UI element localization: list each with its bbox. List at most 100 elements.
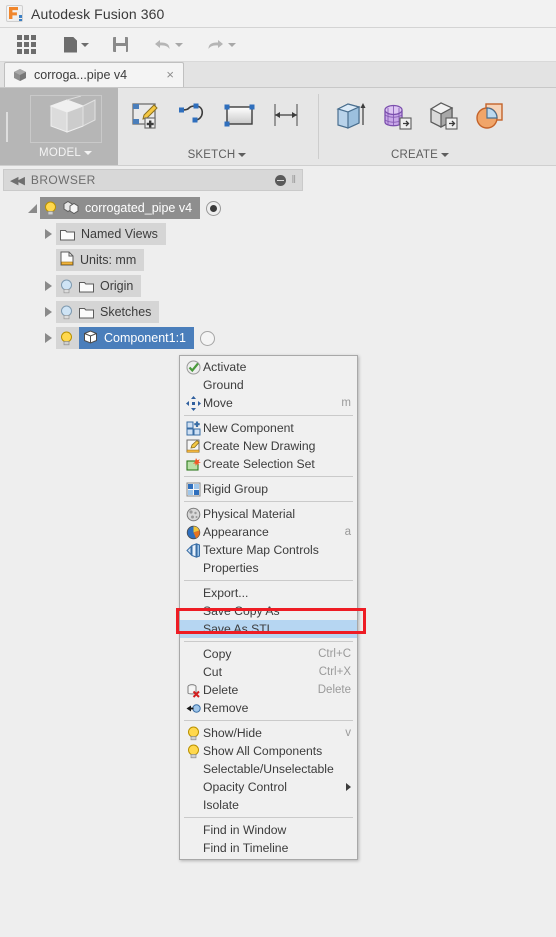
document-tab-label: corroga...pipe v4 bbox=[34, 68, 128, 82]
tree-node-label: Sketches bbox=[100, 305, 152, 319]
menu-item-copy[interactable]: Copy Ctrl+C bbox=[180, 645, 357, 663]
tree-node-named-views[interactable]: Named Views bbox=[56, 223, 166, 245]
selection-set-icon bbox=[184, 456, 203, 472]
browser-title: BROWSER bbox=[30, 173, 96, 187]
expander-closed-icon[interactable] bbox=[40, 229, 56, 239]
tree-node-units[interactable]: Units: mm bbox=[56, 249, 145, 271]
menu-item-export[interactable]: Export... bbox=[180, 584, 357, 602]
tree-node-label: Units: mm bbox=[80, 253, 137, 267]
appearance-icon bbox=[184, 524, 203, 540]
menu-item-physical-material[interactable]: Physical Material bbox=[180, 505, 357, 523]
spline-tool[interactable] bbox=[174, 97, 214, 137]
minus-circle-icon[interactable] bbox=[275, 174, 287, 186]
menu-item-isolate[interactable]: Isolate bbox=[180, 796, 357, 814]
menu-item-remove[interactable]: Remove bbox=[180, 699, 357, 717]
activate-check-icon bbox=[184, 359, 203, 375]
tree-node-root[interactable]: corrogated_pipe v4 bbox=[40, 197, 201, 219]
create-sketch-geometry-tool[interactable] bbox=[469, 97, 509, 137]
menu-item-find-in-timeline[interactable]: Find in Timeline bbox=[180, 839, 357, 857]
menu-item-find-in-window[interactable]: Find in Window bbox=[180, 821, 357, 839]
bulb-icon[interactable] bbox=[60, 305, 73, 320]
menu-item-show-hide[interactable]: Show/Hide v bbox=[180, 724, 357, 742]
remove-icon bbox=[184, 700, 203, 716]
menu-item-selectable-unselectable[interactable]: Selectable/Unselectable bbox=[180, 760, 357, 778]
sketch-panel-label[interactable]: SKETCH bbox=[188, 149, 247, 161]
expander-closed-icon[interactable] bbox=[40, 333, 56, 343]
expander-closed-icon[interactable] bbox=[40, 307, 56, 317]
tree-node-sketches[interactable]: Sketches bbox=[56, 301, 160, 323]
title-bar: Autodesk Fusion 360 bbox=[0, 0, 556, 28]
menu-item-delete[interactable]: Delete Delete bbox=[180, 681, 357, 699]
menu-item-label: Selectable/Unselectable bbox=[203, 762, 334, 776]
bulb-icon[interactable] bbox=[60, 279, 73, 294]
menu-item-properties[interactable]: Properties bbox=[180, 559, 357, 577]
app-grid-button[interactable] bbox=[10, 31, 43, 59]
menu-item-activate[interactable]: Activate bbox=[180, 358, 357, 376]
ribbon-grip[interactable] bbox=[0, 93, 13, 161]
tree-row[interactable]: Named Views bbox=[0, 221, 556, 247]
collapse-arrows-icon[interactable]: ◀◀ bbox=[10, 174, 25, 187]
component-cube-icon bbox=[83, 329, 98, 347]
menu-item-move[interactable]: Move m bbox=[180, 394, 357, 412]
rectangle-tool[interactable] bbox=[220, 97, 260, 137]
grip-icon[interactable]: ‖ bbox=[291, 174, 296, 186]
tree-row[interactable]: Component1:1 bbox=[0, 325, 556, 351]
new-component-icon bbox=[184, 420, 203, 436]
tree-node-label: Named Views bbox=[81, 227, 158, 241]
menu-separator bbox=[184, 817, 353, 818]
expander-open-icon[interactable] bbox=[24, 203, 40, 213]
menu-item-shortcut: m bbox=[341, 397, 351, 409]
menu-item-create-selection-set[interactable]: Create Selection Set bbox=[180, 455, 357, 473]
tree-row[interactable]: Sketches bbox=[0, 299, 556, 325]
model-panel-label[interactable]: MODEL bbox=[39, 147, 92, 159]
tree-row[interactable]: corrogated_pipe v4 bbox=[0, 195, 556, 221]
extrude-tool[interactable] bbox=[331, 97, 371, 137]
menu-item-save-as-stl[interactable]: Save As STL bbox=[180, 620, 357, 638]
component-radio-button[interactable] bbox=[200, 330, 216, 346]
rigid-group-icon bbox=[184, 481, 203, 497]
menu-item-appearance[interactable]: Appearance a bbox=[180, 523, 357, 541]
tree-node-label: Component1:1 bbox=[104, 331, 187, 345]
expander-closed-icon[interactable] bbox=[40, 281, 56, 291]
root-radio-button[interactable] bbox=[206, 200, 222, 216]
physical-material-icon bbox=[184, 506, 203, 522]
create-form-tool[interactable] bbox=[377, 97, 417, 137]
sketch-create-icon bbox=[131, 101, 165, 134]
menu-item-show-all-components[interactable]: Show All Components bbox=[180, 742, 357, 760]
create-pcb-tool[interactable] bbox=[423, 97, 463, 137]
menu-item-label: Physical Material bbox=[203, 507, 296, 521]
menu-separator bbox=[184, 501, 353, 502]
tree-row[interactable]: Units: mm bbox=[0, 247, 556, 273]
create-panel-label[interactable]: CREATE bbox=[391, 149, 449, 161]
create-label-text: CREATE bbox=[391, 149, 438, 161]
save-button[interactable] bbox=[106, 31, 135, 59]
menu-item-new-component[interactable]: New Component bbox=[180, 419, 357, 437]
sketch-dimension-tool[interactable] bbox=[266, 97, 306, 137]
menu-item-shortcut: a bbox=[344, 526, 351, 538]
bulb-icon[interactable] bbox=[60, 331, 73, 346]
redo-button[interactable] bbox=[200, 31, 243, 59]
workspace-model-panel[interactable]: MODEL bbox=[0, 88, 118, 165]
tree-node-component1[interactable]: Component1:1 bbox=[56, 327, 195, 349]
create-sketch-tool[interactable] bbox=[128, 97, 168, 137]
tree-node-origin[interactable]: Origin bbox=[56, 275, 142, 297]
menu-item-ground[interactable]: Ground bbox=[180, 376, 357, 394]
undo-button[interactable] bbox=[147, 31, 190, 59]
tree-row[interactable]: Origin bbox=[0, 273, 556, 299]
new-document-button[interactable] bbox=[57, 31, 96, 59]
bulb-icon[interactable] bbox=[44, 201, 57, 216]
menu-item-save-copy-as[interactable]: Save Copy As bbox=[180, 602, 357, 620]
menu-item-texture-map-controls[interactable]: Texture Map Controls bbox=[180, 541, 357, 559]
menu-item-create-new-drawing[interactable]: Create New Drawing bbox=[180, 437, 357, 455]
menu-item-cut[interactable]: Cut Ctrl+X bbox=[180, 663, 357, 681]
close-icon[interactable]: × bbox=[156, 68, 176, 83]
submenu-arrow-icon bbox=[346, 783, 351, 791]
menu-item-rigid-group[interactable]: Rigid Group bbox=[180, 480, 357, 498]
menu-item-opacity-control[interactable]: Opacity Control bbox=[180, 778, 357, 796]
document-tab[interactable]: corroga...pipe v4 × bbox=[4, 62, 184, 87]
move-arrows-icon bbox=[184, 395, 203, 411]
chevron-down-icon bbox=[83, 151, 92, 155]
save-icon bbox=[113, 37, 128, 52]
dimension-icon bbox=[271, 102, 301, 133]
menu-item-shortcut: Delete bbox=[317, 684, 351, 696]
